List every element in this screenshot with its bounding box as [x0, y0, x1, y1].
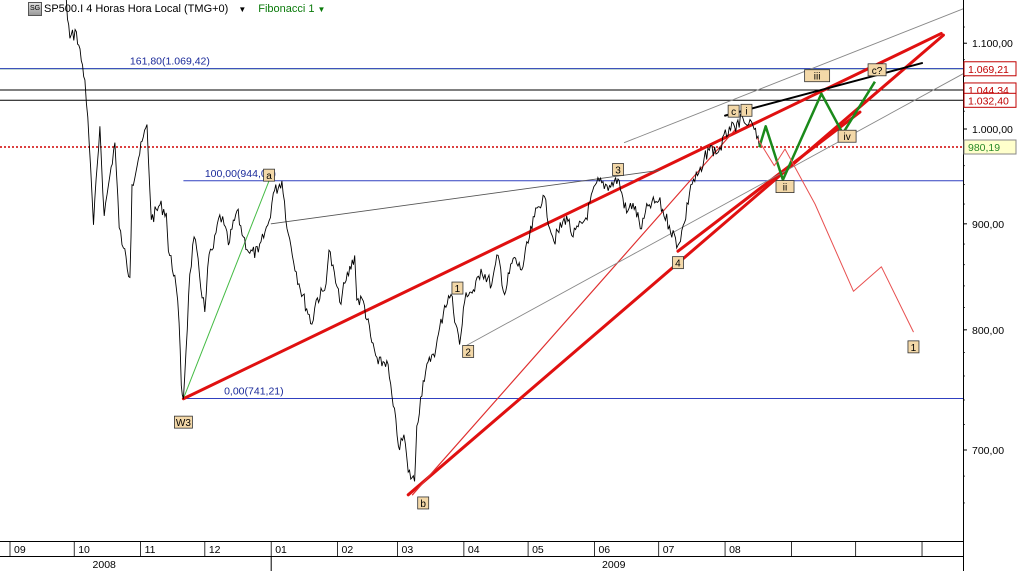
wave-label-text: W3	[176, 418, 191, 429]
wave-label: a	[263, 168, 275, 182]
wave-label: 2	[462, 345, 475, 358]
symbol-label: SP500.I 4 Horas Hora Local (TMG+0)	[44, 3, 229, 15]
wave-labels-layer: W3ab1234c iiiiiiivc?1	[174, 63, 920, 510]
wave-label-text: 2	[465, 347, 471, 358]
indicator-dropdown-icon[interactable]: ▼	[318, 5, 326, 14]
x-tick-label: 11	[145, 544, 156, 556]
forecast-green-path	[758, 81, 876, 182]
chart-canvas[interactable]: 161,80(1.069,42)100,00(944,06)0,00(741,2…	[0, 0, 1019, 571]
x-tick-label: 09	[14, 544, 26, 556]
wave-label: i	[740, 103, 753, 117]
wave-label-text: c	[731, 107, 736, 118]
x-tick-label: 07	[663, 544, 675, 556]
wave-label: 1	[451, 281, 464, 295]
wave-label-text: a	[266, 171, 272, 182]
fib-level-label: 161,80(1.069,42)	[130, 56, 210, 68]
chart-header: SG SP500.I 4 Horas Hora Local (TMG+0) ▼ …	[0, 0, 325, 18]
price-tag-text: 980,19	[968, 142, 1000, 154]
x-axis: 09 10 11 12 01 02 03 04 05 06 07 08 2008 2009	[0, 541, 1019, 571]
wave-label: 1	[907, 340, 920, 354]
wave-label-text: 1	[911, 343, 917, 354]
y-tick-label: 1.000,00	[972, 124, 1013, 136]
x-tick-label: 04	[468, 544, 480, 556]
x-tick-label: 01	[275, 544, 287, 556]
x-year-label: 2008	[93, 559, 117, 571]
price-tag: 980,19	[963, 139, 1017, 155]
wave-label: 4	[672, 256, 684, 270]
price-line	[65, 0, 760, 482]
x-tick-label: 05	[532, 544, 544, 556]
price-tag-text: 1.069,21	[968, 64, 1009, 76]
fibonacci-layer: 161,80(1.069,42)100,00(944,06)0,00(741,2…	[0, 56, 963, 400]
price-tag: 1.032,40	[963, 92, 1017, 108]
y-axis: 1.100,00 1.000,00 900,00 800,00 700,00 1.069,…	[963, 0, 1019, 571]
wave-label: iii	[804, 69, 831, 83]
wave-label: W3	[174, 415, 193, 429]
trendline-6	[623, 8, 963, 144]
wave-label: c?	[867, 63, 887, 77]
price-tag-text: 1.032,40	[968, 95, 1009, 107]
symbol-dropdown-icon[interactable]: ▼	[238, 5, 246, 14]
price-series-layer	[65, 0, 760, 482]
wave-label: ii	[775, 180, 795, 194]
wave-label-text: b	[420, 499, 426, 510]
wave-label: b	[417, 496, 430, 510]
indicator-label[interactable]: Fibonacci 1	[258, 3, 314, 15]
wave-label: c	[727, 104, 740, 118]
x-year-label: 2009	[602, 559, 626, 571]
wave-label-text: ii	[783, 183, 787, 194]
y-tick-label: 1.100,00	[972, 38, 1013, 50]
wave-label: 3	[612, 163, 624, 176]
wave-label-text: iv	[843, 132, 850, 143]
trendline-2	[411, 128, 737, 496]
price-tag: 1.069,21	[963, 61, 1017, 77]
x-tick-label: 03	[402, 544, 414, 556]
wave-label-text: 1	[455, 284, 461, 295]
trendlines-layer	[181, 8, 963, 497]
x-tick-label: 12	[209, 544, 221, 556]
chart-type-icon[interactable]: SG	[28, 2, 42, 16]
wave-label-text: c?	[872, 66, 883, 77]
x-tick-label: 10	[78, 544, 90, 556]
y-tick-label: 800,00	[972, 325, 1004, 337]
fib-guide-line	[182, 180, 270, 399]
x-tick-label: 08	[729, 544, 741, 556]
wave-label-text: 3	[615, 165, 621, 176]
forecast-layer	[756, 81, 914, 333]
x-tick-label: 02	[342, 544, 354, 556]
wave-label-text: 4	[675, 259, 681, 270]
fib-level-label: 0,00(741,21)	[224, 386, 284, 398]
y-tick-label: 900,00	[972, 219, 1004, 231]
wave-label-text: i	[745, 106, 747, 117]
wave-label: iv	[837, 129, 857, 143]
x-tick-label: 06	[598, 544, 610, 556]
y-tick-label: 700,00	[972, 445, 1004, 457]
wave-label-text: iii	[814, 72, 821, 83]
forecast-red-path	[756, 137, 914, 333]
